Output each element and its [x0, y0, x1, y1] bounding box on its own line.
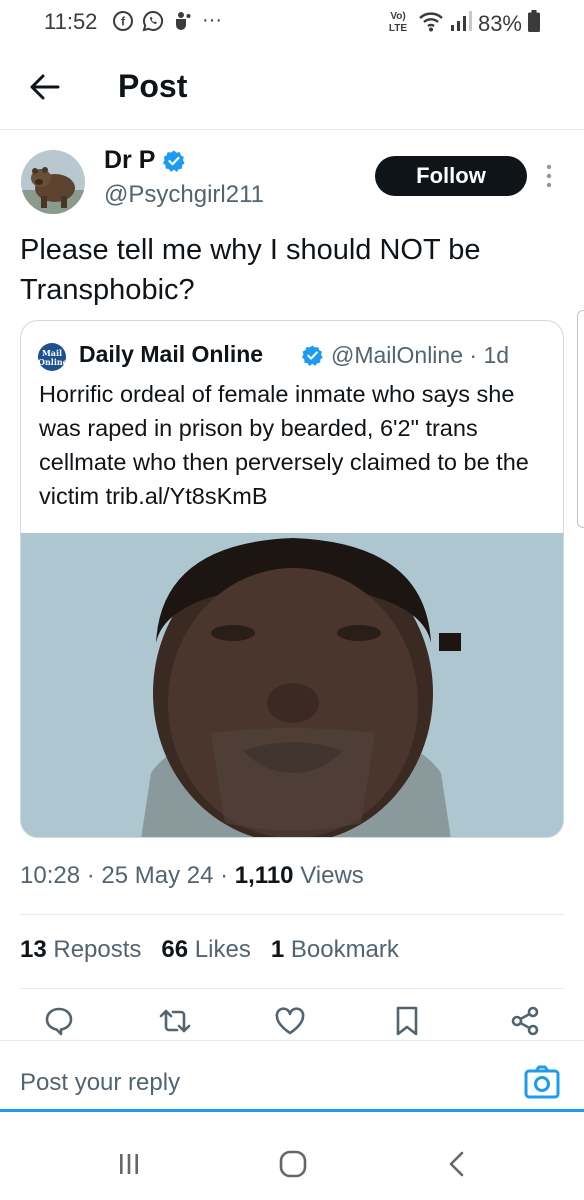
- post-stats: 13 Reposts 66 Likes 1 Bookmark: [20, 936, 399, 964]
- svg-text:f: f: [121, 14, 126, 28]
- reposts-stat[interactable]: 13 Reposts: [20, 936, 141, 964]
- quoted-post-image[interactable]: [21, 533, 563, 837]
- teams-icon: [172, 10, 194, 32]
- verified-badge-icon: [301, 344, 324, 367]
- author-name[interactable]: Dr P: [104, 146, 155, 175]
- bookmarks-stat[interactable]: 1 Bookmark: [271, 936, 399, 964]
- svg-text:Vo): Vo): [390, 11, 405, 22]
- more-notifications-icon: ···: [202, 9, 222, 31]
- author-handle[interactable]: @Psychgirl211: [104, 181, 264, 209]
- daily-mail-logo: Mail Online: [38, 343, 68, 371]
- post-timestamp: 10:28 · 25 May 24 · 1,110 Views: [20, 862, 364, 890]
- status-bar: 11:52 f ··· Vo) LTE 83%: [0, 0, 584, 44]
- repost-icon[interactable]: [158, 1004, 192, 1038]
- battery-icon: [528, 10, 540, 37]
- home-icon[interactable]: [276, 1148, 310, 1180]
- reply-icon[interactable]: [42, 1004, 76, 1038]
- whatsapp-icon: [142, 10, 164, 32]
- arrow-left-icon[interactable]: [28, 72, 62, 102]
- system-nav-bar: [0, 1126, 584, 1200]
- likes-stat[interactable]: 66 Likes: [161, 936, 250, 964]
- page-title: Post: [118, 68, 188, 104]
- follow-button[interactable]: Follow: [375, 156, 527, 196]
- divider: [20, 914, 564, 915]
- scrollbar-thumb[interactable]: [577, 310, 584, 528]
- lte-icon: Vo) LTE: [384, 8, 412, 39]
- reply-input[interactable]: Post your reply: [20, 1069, 180, 1097]
- reply-composer[interactable]: Post your reply: [0, 1040, 584, 1112]
- page-header: Post: [0, 44, 584, 130]
- timestamp-text: 10:28 · 25 May 24 ·: [20, 862, 235, 889]
- bookmark-icon[interactable]: [390, 1004, 424, 1038]
- more-vertical-icon[interactable]: [542, 162, 556, 190]
- signal-icon: [450, 10, 472, 37]
- share-icon[interactable]: [508, 1004, 542, 1038]
- views-count: 1,110: [234, 862, 294, 889]
- back-nav-icon[interactable]: [440, 1148, 474, 1180]
- status-time: 11:52: [44, 9, 98, 34]
- action-bar: [0, 1004, 584, 1044]
- quoted-post-text: Horrific ordeal of female inmate who say…: [39, 381, 529, 509]
- svg-text:LTE: LTE: [389, 23, 407, 34]
- heart-icon[interactable]: [273, 1004, 307, 1038]
- status-right: Vo) LTE 83%: [384, 8, 540, 39]
- views-label: Views: [300, 862, 364, 889]
- divider: [20, 988, 564, 989]
- quoted-author-name: Daily Mail Online: [79, 341, 264, 367]
- battery-percent: 83%: [477, 10, 522, 36]
- wifi-icon: [418, 10, 444, 37]
- verified-badge-icon: [162, 149, 186, 173]
- camera-icon[interactable]: [524, 1065, 560, 1099]
- quoted-handle-time: @MailOnline · 1d: [331, 342, 510, 368]
- status-notification-icons: f ···: [112, 9, 222, 32]
- quoted-post-card[interactable]: Mail Online Daily Mail Online @MailOnlin…: [20, 320, 564, 838]
- avatar[interactable]: [21, 150, 85, 214]
- app-notification-icon: f: [112, 10, 134, 32]
- post-text: Please tell me why I should NOT be Trans…: [20, 234, 481, 306]
- recent-apps-icon[interactable]: [112, 1148, 146, 1180]
